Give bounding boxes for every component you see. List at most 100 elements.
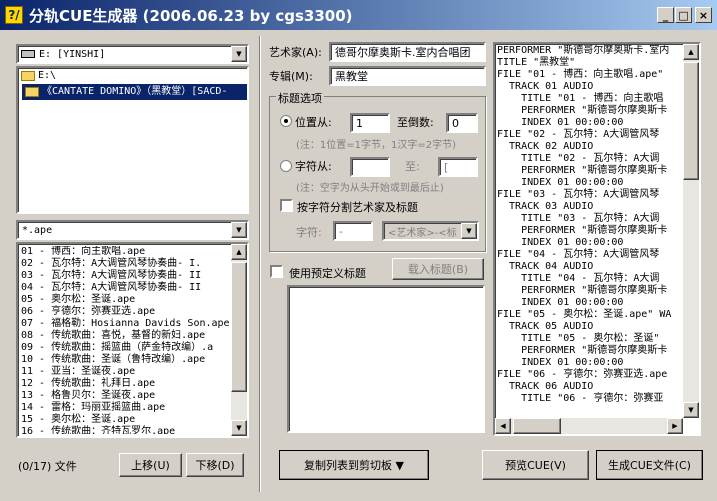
copy-list-button[interactable]: 复制列表到剪切板 ▼ [279, 450, 429, 480]
char-from-label: 字符从: [295, 160, 332, 173]
file-list-item[interactable]: 06 - 亨德尔：弥赛亚选.ape [18, 306, 231, 318]
move-up-button[interactable]: 上移(U) [119, 453, 182, 477]
folder-label: E:\ [38, 70, 57, 81]
cue-line: PERFORMER "斯德哥尔摩奥斯卡 [497, 225, 668, 236]
cue-line: TITLE "04 - 瓦尔特：A大调 [497, 273, 660, 284]
generate-cue-button[interactable]: 生成CUE文件(C) [596, 450, 703, 480]
folder-label: 《CANTATE DOMINO》（黑教堂）[SACD- [42, 86, 228, 97]
chevron-down-icon[interactable]: ▼ [231, 46, 247, 62]
file-list-item[interactable]: 08 - 传统歌曲：喜悦，基督的新妇.ape [18, 330, 231, 342]
scroll-right-icon[interactable]: ▶ [667, 418, 683, 434]
file-list-item[interactable]: 03 - 瓦尔特：A大调管风琴协奏曲- II [18, 270, 231, 282]
cue-line: PERFORMER "斯德哥尔摩奥斯卡.室内 [497, 45, 670, 56]
move-down-button[interactable]: 下移(D) [186, 453, 244, 477]
folder-open-icon [25, 87, 39, 97]
maximize-button[interactable]: □ [675, 7, 692, 23]
cue-line: PERFORMER "斯德哥尔摩奥斯卡 [497, 285, 668, 296]
position-from-field[interactable]: 1 [350, 113, 390, 133]
file-list-item[interactable]: 09 - 传统歌曲：摇篮曲（萨金特改编）.a [18, 342, 231, 354]
file-list-item[interactable]: 16 - 传统歌曲：齐特瓦罗尔.ape [18, 426, 231, 434]
file-list-item[interactable]: 02 - 瓦尔特：A大调管风琴协奏曲- I. [18, 258, 231, 270]
cue-line: TITLE "06 - 亨德尔：弥赛亚 [497, 393, 664, 404]
folder-tree[interactable]: E:\ 《CANTATE DOMINO》（黑教堂）[SACD- [16, 66, 249, 214]
album-label: 专辑(M): [269, 70, 313, 83]
reverse-field[interactable]: 0 [446, 113, 478, 133]
cue-line: INDEX 01 00:00:00 [497, 357, 624, 368]
char-radio[interactable] [280, 160, 292, 172]
scroll-down-icon[interactable]: ▼ [683, 402, 699, 418]
title-bar: ?/ 分轨CUE生成器 (2006.06.23 by cgs3300) _ □ … [0, 0, 717, 30]
char-to-field[interactable]: [ [438, 157, 478, 177]
folder-open-icon [21, 71, 35, 81]
char-from-field[interactable] [350, 157, 390, 177]
album-field[interactable]: 黑教堂 [329, 66, 486, 86]
cue-line: INDEX 01 00:00:00 [497, 237, 624, 248]
cue-line: TRACK 04 AUDIO [497, 261, 594, 272]
cue-line: FILE "06 - 亨德尔：弥赛亚选.ape [497, 369, 668, 380]
scroll-thumb[interactable] [683, 62, 699, 180]
file-count: (0/17) 文件 [18, 460, 77, 473]
artist-field[interactable]: 德哥尔摩奥斯卡.室内合唱团 [329, 42, 486, 62]
app-icon[interactable]: ?/ [5, 6, 23, 24]
cue-line: FILE "01 - 博西：向主歌唱.ape" [497, 69, 664, 80]
file-list-item[interactable]: 13 - 格鲁贝尔：圣诞夜.ape [18, 390, 231, 402]
cue-line: PERFORMER "斯德哥尔摩奥斯卡 [497, 105, 668, 116]
divider [259, 36, 261, 492]
cue-line: INDEX 01 00:00:00 [497, 297, 624, 308]
split-checkbox[interactable] [280, 199, 293, 212]
cue-line: TRACK 03 AUDIO [497, 201, 594, 212]
cue-line: FILE "04 - 瓦尔特：A大调管风琴 [497, 249, 660, 260]
filter-select[interactable]: *.ape ▼ [16, 220, 249, 240]
drive-select-value: E: [YINSHI] [39, 48, 106, 60]
chevron-down-icon[interactable]: ▼ [231, 222, 247, 238]
scroll-thumb[interactable] [231, 262, 247, 392]
cue-line: TITLE "02 - 瓦尔特：A大调 [497, 153, 660, 164]
minimize-button[interactable]: _ [657, 7, 674, 23]
char-note: (注：空字为从头开始或到最后止) [296, 183, 444, 194]
cue-vscrollbar[interactable]: ▲ ▼ [683, 44, 699, 418]
file-list-item[interactable]: 11 - 亚当：圣诞夜.ape [18, 366, 231, 378]
predefined-label: 使用预定义标题 [289, 267, 366, 280]
scroll-up-icon[interactable]: ▲ [231, 244, 247, 260]
cue-line: INDEX 01 00:00:00 [497, 177, 624, 188]
file-list-item[interactable]: 10 - 传统歌曲：圣诞（鲁特改编）.ape [18, 354, 231, 366]
file-list-item[interactable]: 04 - 瓦尔特：A大调管风琴协奏曲- II [18, 282, 231, 294]
predefined-checkbox[interactable] [270, 265, 283, 278]
chevron-down-icon[interactable]: ▼ [461, 223, 477, 239]
position-note: (注：1位置=1字节，1汉字=2字节) [296, 140, 457, 151]
scroll-left-icon[interactable]: ◀ [495, 418, 511, 434]
split-format-select[interactable]: <艺术家>-<标 ▼ [382, 221, 479, 241]
cue-line: FILE "05 - 奥尔松：圣诞.ape" WA [497, 309, 672, 320]
folder-item-selected[interactable]: 《CANTATE DOMINO》（黑教堂）[SACD- [22, 84, 247, 100]
file-list-item[interactable]: 01 - 博西：向主歌唱.ape [18, 246, 231, 258]
char-label: 字符: [296, 226, 322, 239]
split-format-value: <艺术家>-<标 [388, 227, 457, 239]
file-list-scrollbar[interactable]: ▲ ▼ [231, 244, 247, 436]
cue-hscrollbar[interactable]: ◀ ▶ [495, 418, 683, 434]
cue-line: TRACK 02 AUDIO [497, 141, 594, 152]
close-button[interactable]: × [695, 7, 712, 23]
file-list-item[interactable]: 14 - 雷格：玛丽亚摇篮曲.ape [18, 402, 231, 414]
scroll-up-icon[interactable]: ▲ [683, 44, 699, 60]
scroll-thumb[interactable] [513, 418, 561, 434]
file-list-item[interactable]: 12 - 传统歌曲：礼拜日.ape [18, 378, 231, 390]
file-list-item[interactable]: 15 - 奥尔松：圣诞.ape [18, 414, 231, 426]
cue-line: PERFORMER "斯德哥尔摩奥斯卡 [497, 345, 668, 356]
scroll-down-icon[interactable]: ▼ [231, 420, 247, 436]
folder-item-root[interactable]: E:\ [18, 68, 247, 84]
cue-line: TRACK 01 AUDIO [497, 81, 594, 92]
cue-line: TITLE "05 - 奥尔松：圣诞" [497, 333, 660, 344]
file-list[interactable]: 01 - 博西：向主歌唱.ape 02 - 瓦尔特：A大调管风琴协奏曲- I. 03… [16, 242, 249, 438]
title-options-label: 标题选项 [276, 90, 324, 106]
position-radio[interactable] [280, 115, 292, 127]
cue-line: PERFORMER "斯德哥尔摩奥斯卡 [497, 165, 668, 176]
char-field[interactable]: - [333, 221, 373, 241]
cue-line: TITLE "03 - 瓦尔特：A大调 [497, 213, 660, 224]
cue-preview[interactable]: PERFORMER "斯德哥尔摩奥斯卡.室内 TITLE "黑教堂" FILE "0… [493, 42, 701, 436]
predefined-title-box[interactable] [287, 285, 485, 433]
load-title-button[interactable]: 载入标题(B) [392, 258, 484, 280]
file-list-item[interactable]: 05 - 奥尔松：圣诞.ape [18, 294, 231, 306]
file-list-item[interactable]: 07 - 福格勒：Hosianna Davids Son.ape [18, 318, 231, 330]
preview-cue-button[interactable]: 预览CUE(V) [482, 450, 589, 480]
drive-select[interactable]: E: [YINSHI] ▼ [16, 44, 249, 64]
